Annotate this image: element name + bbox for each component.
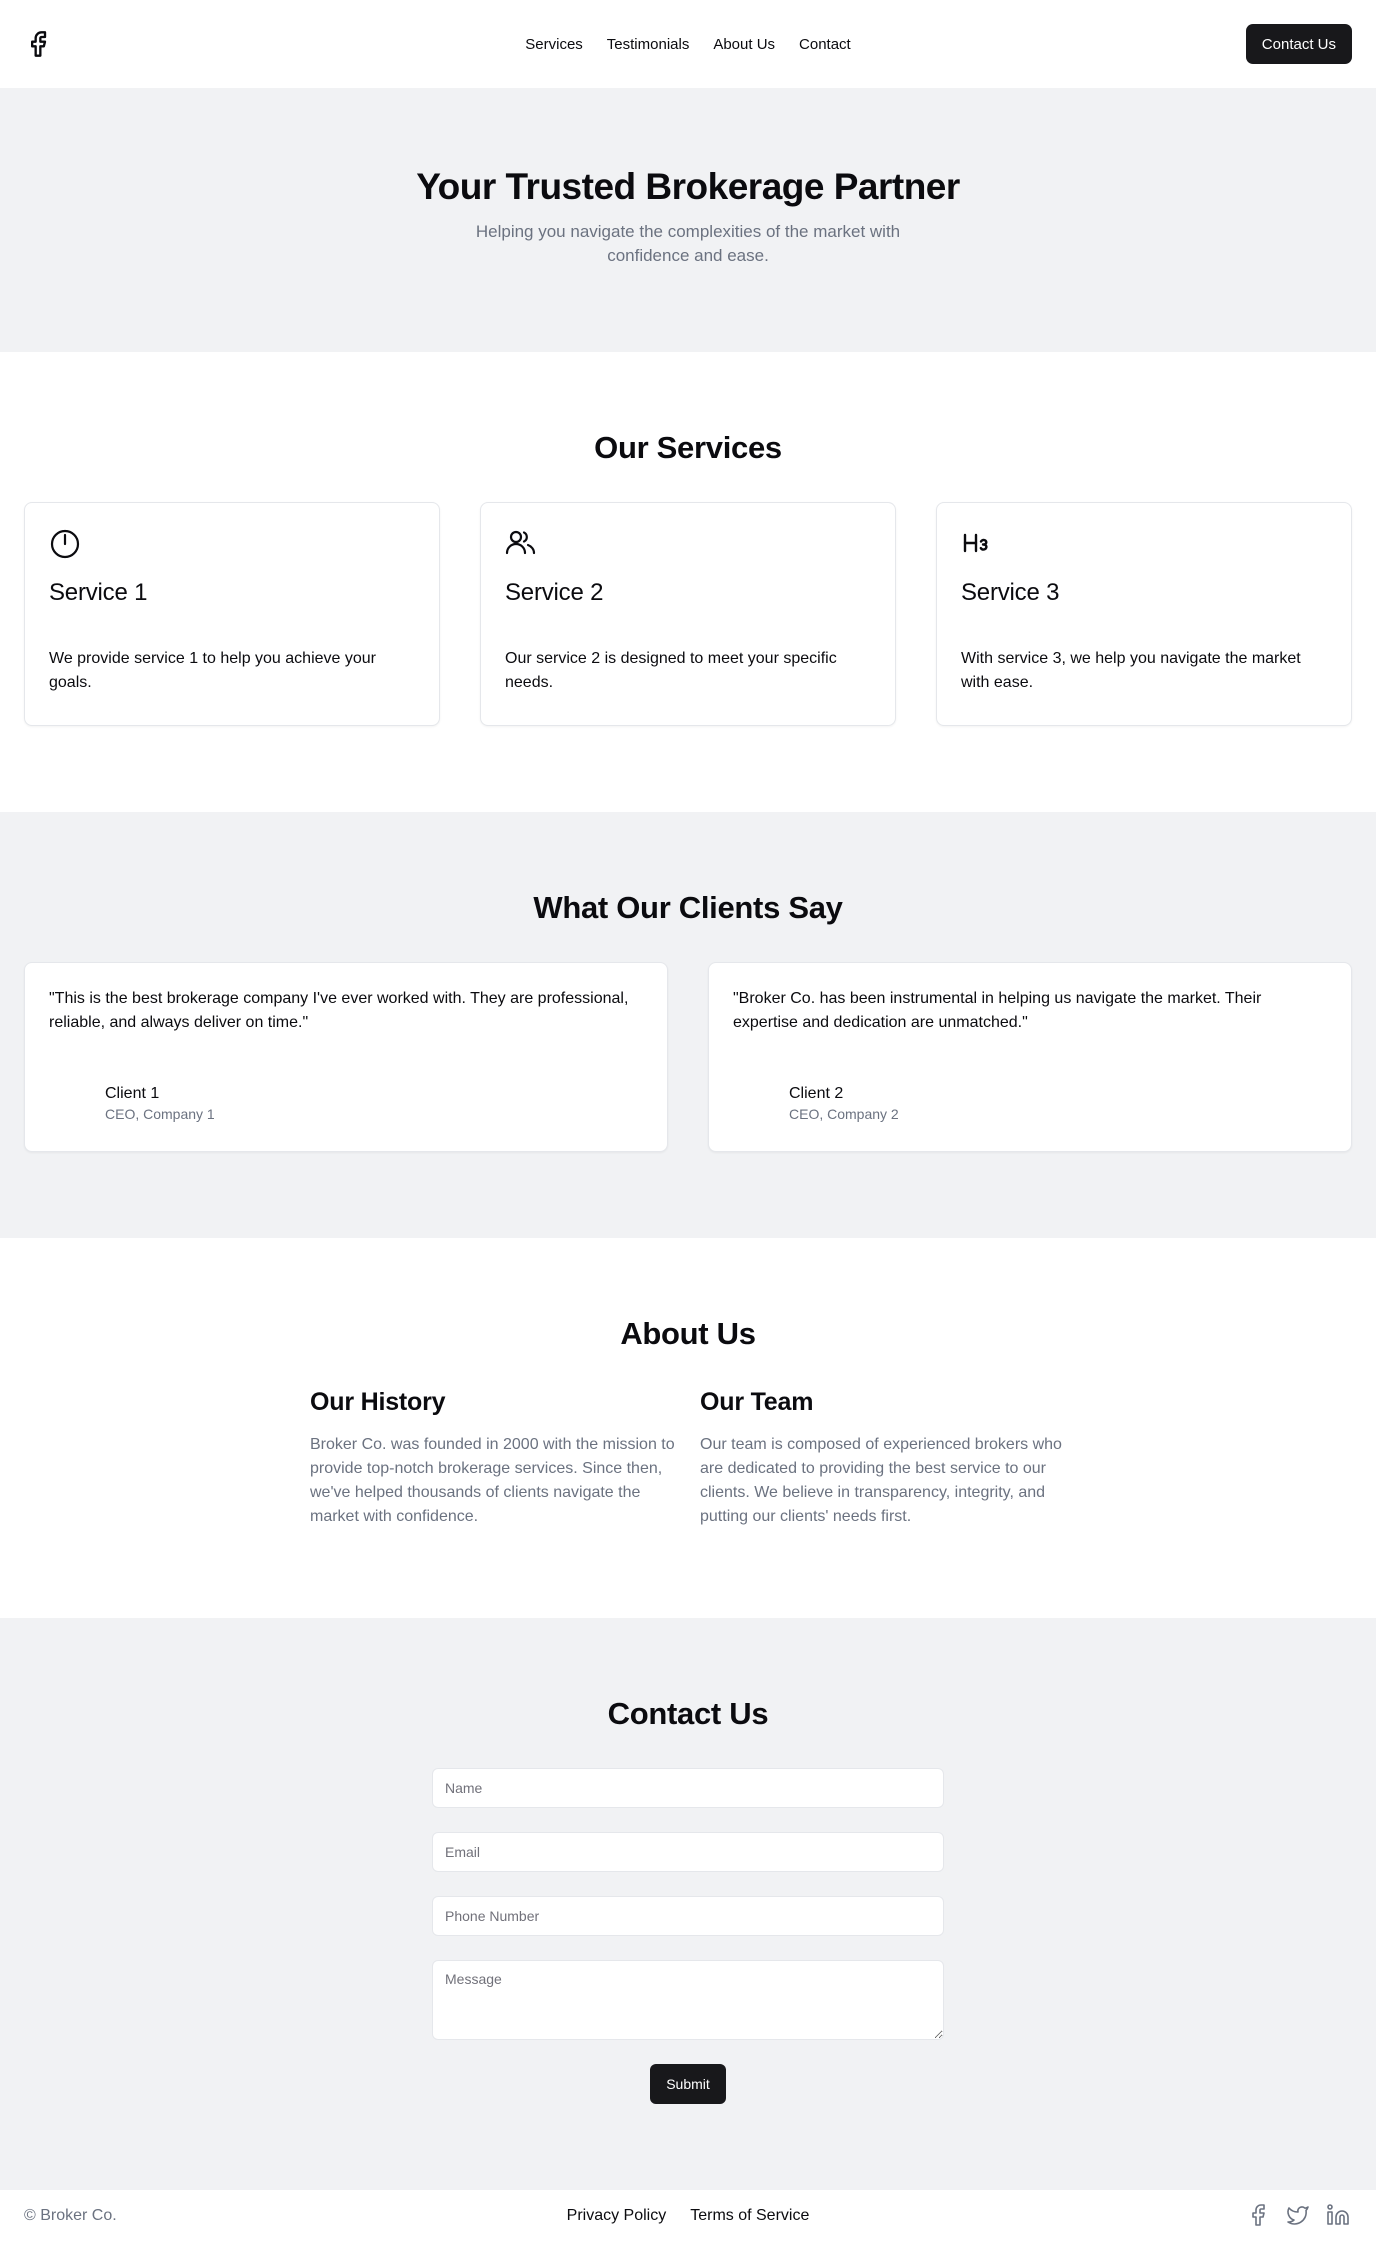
service-title: Service 3: [961, 579, 1060, 606]
contact-us-button[interactable]: Contact Us: [1245, 24, 1352, 64]
facebook-icon: [1252, 2204, 1265, 2226]
about-grid: Our History Broker Co. was founded in 20…: [310, 1388, 1066, 1529]
testimonials-grid: "This is the best brokerage company I've…: [0, 962, 1376, 1152]
hero-section: Your Trusted Brokerage Partner Helping y…: [0, 88, 1376, 352]
service-description: Our service 2 is designed to meet your s…: [505, 650, 837, 691]
history-text: Broker Co. was founded in 2000 with the …: [310, 1436, 675, 1525]
privacy-policy-link[interactable]: Privacy Policy: [567, 2207, 667, 2225]
services-title: Our Services: [594, 430, 782, 465]
name-input[interactable]: [432, 1768, 944, 1808]
contact-section: Contact Us Submit: [0, 1618, 1376, 2190]
avatar: [49, 1083, 89, 1123]
contact-title: Contact Us: [607, 1696, 769, 1731]
service-description: With service 3, we help you navigate the…: [961, 650, 1301, 691]
submit-button[interactable]: Submit: [650, 2064, 726, 2104]
contact-form: Submit: [432, 1768, 944, 2104]
copyright-text: © Broker Co.: [24, 2207, 117, 2224]
phone-input[interactable]: [432, 1896, 944, 1936]
nav-about-link[interactable]: About Us: [713, 36, 775, 53]
about-section: About Us Our History Broker Co. was foun…: [0, 1238, 1376, 1618]
testimonial-card: "Broker Co. has been instrumental in hel…: [708, 962, 1352, 1152]
gauge-icon: [50, 529, 80, 559]
site-header: Services Testimonials About Us Contact C…: [0, 0, 1376, 88]
avatar: [733, 1083, 773, 1123]
message-textarea[interactable]: [432, 1960, 944, 2040]
service-card: Service 3 With service 3, we help you na…: [936, 502, 1352, 726]
team-title: Our Team: [700, 1388, 814, 1416]
service-card: Service 1 We provide service 1 to help y…: [24, 502, 440, 726]
service-title: Service 2: [505, 579, 604, 606]
hero-title: Your Trusted Brokerage Partner: [416, 166, 960, 207]
nav-services-link[interactable]: Services: [525, 36, 583, 53]
team-column: Our Team Our team is composed of experie…: [700, 1388, 1066, 1529]
client-info: Client 2 CEO, Company 2: [733, 1083, 1327, 1123]
twitter-icon: [1287, 2206, 1309, 2225]
about-title: About Us: [620, 1316, 756, 1351]
main-nav: Services Testimonials About Us Contact: [525, 36, 850, 53]
history-column: Our History Broker Co. was founded in 20…: [310, 1388, 676, 1529]
email-input[interactable]: [432, 1832, 944, 1872]
service-title: Service 1: [49, 579, 148, 606]
service-description: We provide service 1 to help you achieve…: [49, 650, 376, 691]
testimonial-quote: "This is the best brokerage company I've…: [49, 990, 629, 1031]
footer-links: Privacy Policy Terms of Service: [567, 2207, 810, 2225]
facebook-link[interactable]: [1246, 2203, 1272, 2229]
social-icons: [1246, 2203, 1352, 2229]
testimonial-quote: "Broker Co. has been instrumental in hel…: [733, 990, 1262, 1031]
services-section: Our Services Service 1 We provide servic…: [0, 352, 1376, 812]
service-card: Service 2 Our service 2 is designed to m…: [480, 502, 896, 726]
linkedin-link[interactable]: [1326, 2203, 1352, 2229]
testimonial-card: "This is the best brokerage company I've…: [24, 962, 668, 1152]
logo-link[interactable]: [24, 26, 60, 62]
client-name: Client 2: [789, 1085, 844, 1102]
nav-contact-link[interactable]: Contact: [799, 36, 851, 53]
heading-3-icon: [963, 533, 988, 553]
client-role: CEO, Company 1: [105, 1106, 215, 1122]
team-text: Our team is composed of experienced brok…: [700, 1436, 1062, 1525]
history-title: Our History: [310, 1388, 446, 1416]
client-name: Client 1: [105, 1085, 160, 1102]
terms-of-service-link[interactable]: Terms of Service: [690, 2207, 809, 2225]
testimonials-title: What Our Clients Say: [533, 890, 843, 925]
facebook-icon: [31, 31, 47, 57]
users-icon: [505, 530, 536, 555]
hero-subtitle: Helping you navigate the complexities of…: [475, 222, 901, 265]
site-footer: © Broker Co. Privacy Policy Terms of Ser…: [0, 2190, 1376, 2242]
services-grid: Service 1 We provide service 1 to help y…: [0, 502, 1376, 726]
linkedin-icon: [1327, 2204, 1349, 2225]
twitter-link[interactable]: [1286, 2203, 1312, 2229]
testimonials-section: What Our Clients Say "This is the best b…: [0, 812, 1376, 1238]
nav-testimonials-link[interactable]: Testimonials: [607, 36, 690, 53]
client-info: Client 1 CEO, Company 1: [49, 1083, 643, 1123]
client-role: CEO, Company 2: [789, 1106, 899, 1122]
